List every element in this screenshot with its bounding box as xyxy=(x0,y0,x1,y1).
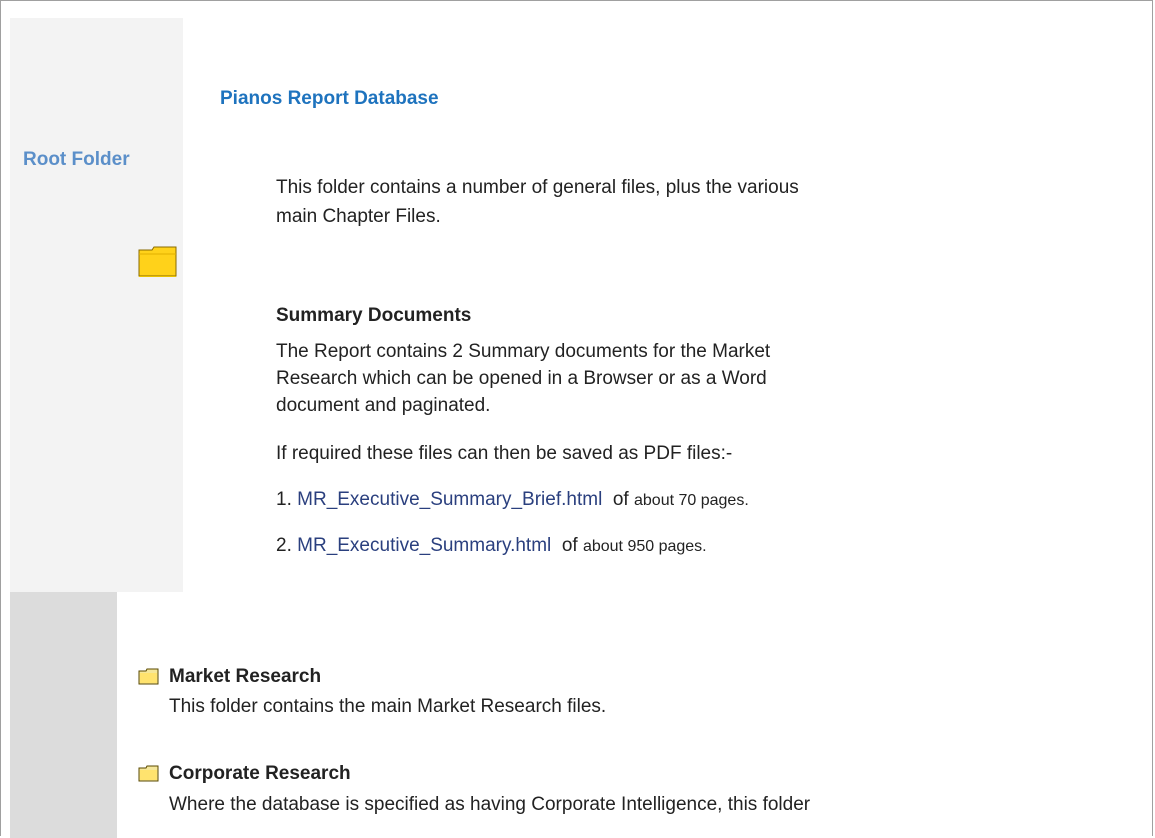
list-number: 1. xyxy=(276,489,292,510)
summary-heading: Summary Documents xyxy=(276,305,472,326)
folder-icon[interactable] xyxy=(138,668,160,691)
list-number: 2. xyxy=(276,535,292,556)
folder-icon xyxy=(138,246,178,283)
sidebar-panel xyxy=(10,18,183,592)
summary-brief-link[interactable]: MR_Executive_Summary_Brief.html xyxy=(297,489,602,510)
market-research-desc: This folder contains the main Market Res… xyxy=(169,696,607,717)
corporate-research-desc: Where the database is specified as havin… xyxy=(169,794,811,815)
folder-list-strip xyxy=(10,592,117,838)
folder-icon[interactable] xyxy=(138,765,160,788)
pdf-note: If required these files can then be save… xyxy=(276,443,733,464)
list-item: 2. MR_Executive_Summary.html of about 95… xyxy=(276,532,707,561)
market-research-title[interactable]: Market Research xyxy=(169,666,321,688)
page-count: about 70 pages. xyxy=(634,492,749,509)
page-title: Pianos Report Database xyxy=(220,88,439,109)
list-of: of xyxy=(612,489,629,510)
summary-para-line-3: document and paginated. xyxy=(276,395,491,416)
page-count: about 950 pages. xyxy=(582,538,707,555)
list-of: of xyxy=(561,535,578,556)
summary-para-line-1: The Report contains 2 Summary documents … xyxy=(276,341,771,362)
summary-para-line-2: Research which can be opened in a Browse… xyxy=(276,368,767,389)
intro-line-2: main Chapter Files. xyxy=(276,206,441,227)
list-item: 1. MR_Executive_Summary_Brief.html of ab… xyxy=(276,486,749,515)
root-folder-label: Root Folder xyxy=(23,149,130,170)
corporate-research-title[interactable]: Corporate Research xyxy=(169,763,351,785)
intro-line-1: This folder contains a number of general… xyxy=(276,177,799,198)
summary-full-link[interactable]: MR_Executive_Summary.html xyxy=(297,535,551,556)
